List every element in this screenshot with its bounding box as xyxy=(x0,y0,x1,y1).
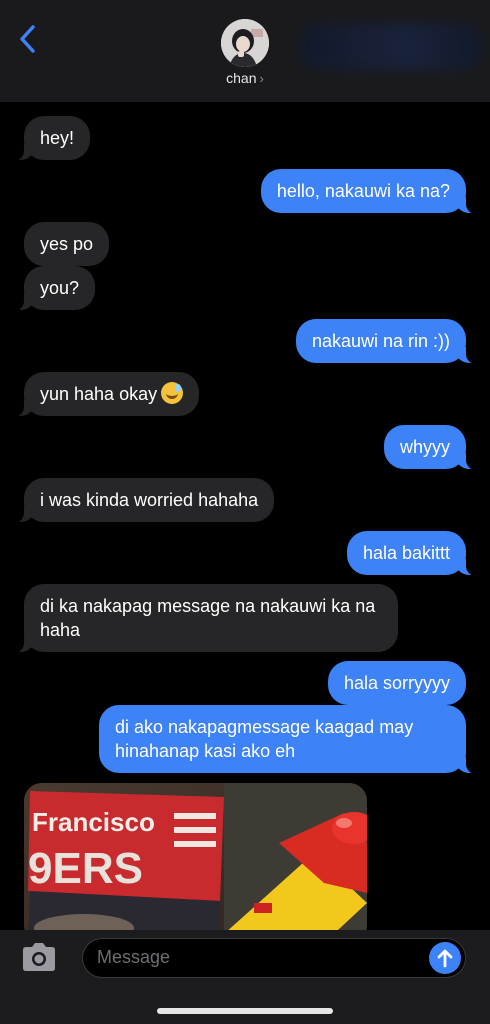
outgoing-message[interactable]: whyyy xyxy=(383,425,479,470)
incoming-message[interactable]: you? xyxy=(11,266,96,311)
outgoing-message[interactable]: di ako nakapagmessage kaagad may hinahan… xyxy=(99,705,478,774)
chevron-left-icon xyxy=(20,25,35,53)
camera-button[interactable] xyxy=(20,942,58,972)
message-list[interactable]: hey! hello, nakauwi ka na? yes po you? n… xyxy=(0,102,490,930)
home-indicator[interactable] xyxy=(157,1008,333,1014)
incoming-message[interactable]: i was kinda worried hahaha xyxy=(11,478,275,523)
chevron-right-icon: › xyxy=(259,71,264,86)
avatar[interactable] xyxy=(221,19,269,67)
message-input[interactable] xyxy=(97,939,417,976)
photo-sign-text-2: 9ERS xyxy=(28,844,143,893)
photo-attachment[interactable]: Francisco 9ERS xyxy=(24,783,367,930)
send-arrow-icon xyxy=(437,949,453,968)
message-field[interactable] xyxy=(82,938,466,978)
conversation-header: chan › xyxy=(0,0,490,102)
incoming-message[interactable]: hey! xyxy=(11,116,91,161)
incoming-message[interactable]: di ka nakapag message na nakauwi ka na h… xyxy=(12,584,398,653)
contact-name[interactable]: chan › xyxy=(0,70,490,86)
outgoing-message[interactable]: nakauwi na rin :)) xyxy=(295,319,479,364)
outgoing-message[interactable]: hello, nakauwi ka na? xyxy=(260,169,479,214)
back-button[interactable] xyxy=(14,22,44,56)
send-button[interactable] xyxy=(429,942,461,974)
incoming-message[interactable]: yes po xyxy=(24,222,110,266)
avatar-photo xyxy=(221,19,269,67)
photo-image: Francisco 9ERS xyxy=(24,783,367,930)
incoming-message[interactable]: yun haha okay xyxy=(11,372,200,417)
outgoing-message[interactable]: hala bakittt xyxy=(346,531,479,576)
blurred-region xyxy=(300,24,480,70)
outgoing-message[interactable]: hala sorryyyy xyxy=(327,661,466,705)
photo-sign-text: Francisco xyxy=(32,807,155,837)
camera-icon xyxy=(23,943,55,971)
grinning-sweat-emoji-icon xyxy=(161,382,184,404)
